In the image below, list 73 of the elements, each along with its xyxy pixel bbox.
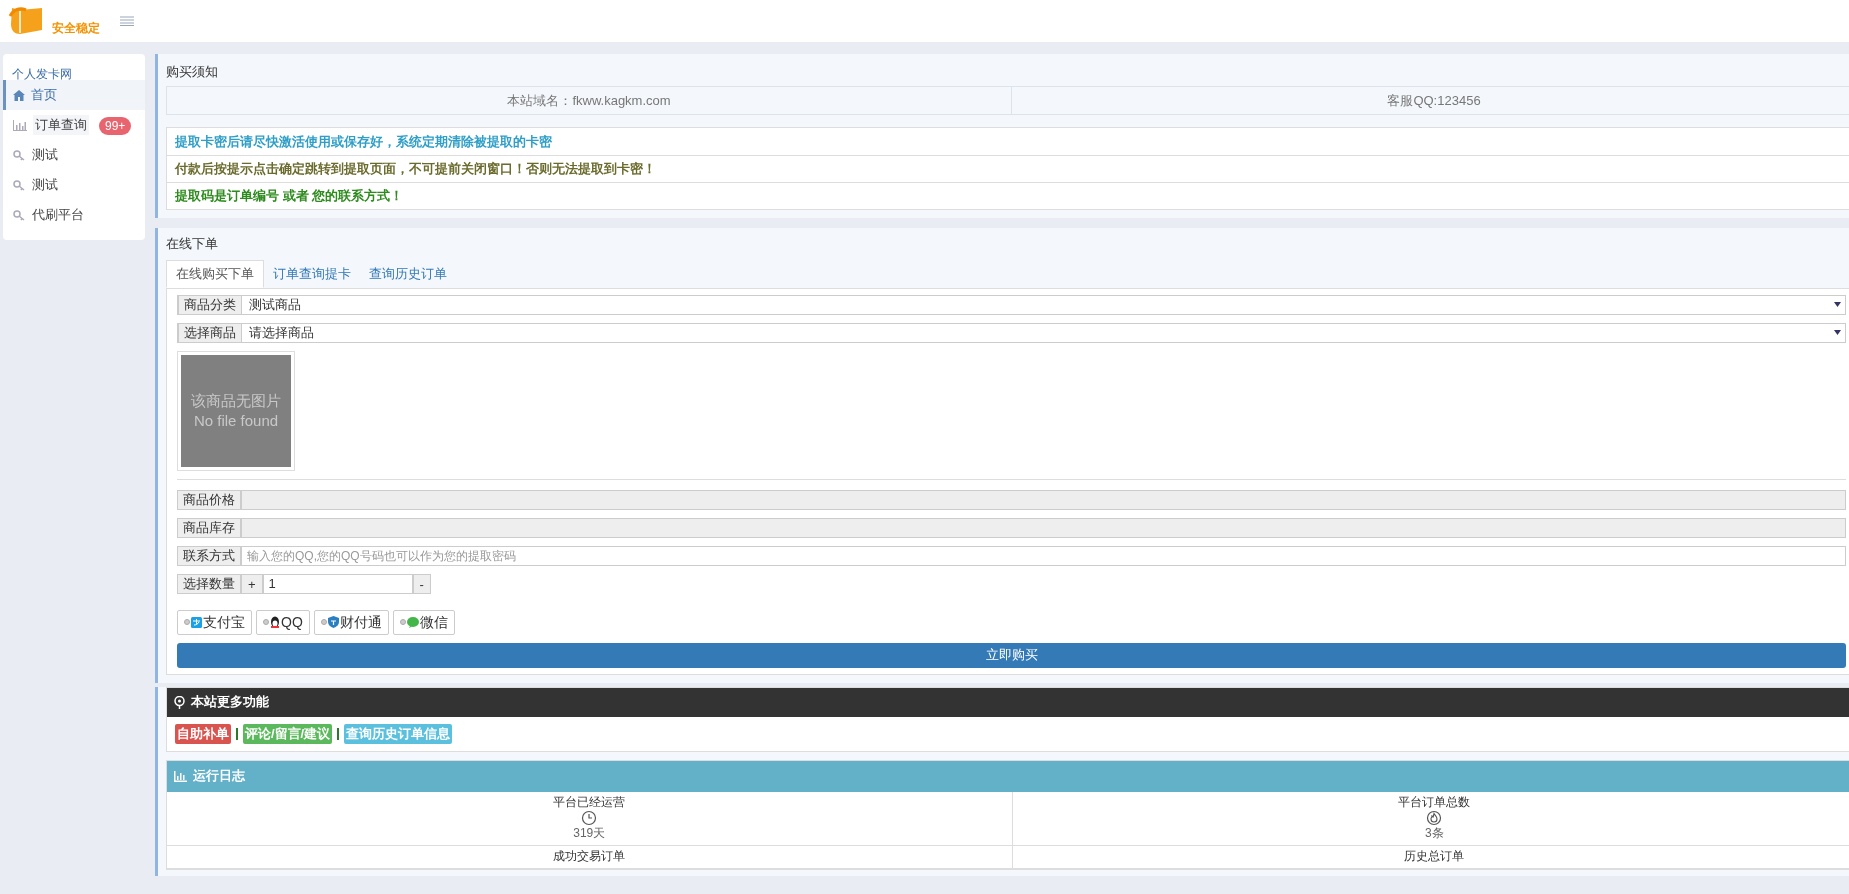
count-badge: 99+	[99, 117, 132, 135]
pin-icon	[174, 695, 185, 709]
field-label: 选择数量	[177, 573, 241, 594]
tab[interactable]: 查询历史订单	[360, 259, 456, 288]
dropdown-caret-icon	[1834, 302, 1841, 307]
sidebar-item[interactable]: 首页	[3, 80, 145, 110]
bar-chart-icon	[174, 770, 187, 782]
radio-button[interactable]	[320, 619, 327, 625]
select-field[interactable]: 选择商品 请选择商品	[177, 322, 1846, 343]
key-icon	[13, 209, 26, 221]
key-icon	[13, 179, 26, 191]
penguin-icon	[270, 616, 280, 628]
function-link[interactable]: 自助补单	[175, 723, 231, 744]
buy-now-button[interactable]: 立即购买	[177, 642, 1846, 668]
field-label: 联系方式	[177, 545, 241, 566]
sidebar-item[interactable]: 订单查询 99+	[3, 110, 145, 140]
radio-button[interactable]	[184, 619, 190, 625]
tab[interactable]: 订单查询提卡	[264, 259, 360, 288]
logo-text: 安全稳定	[52, 22, 100, 36]
select-field[interactable]: 商品分类 测试商品	[177, 294, 1846, 315]
sidebar-item[interactable]: 测试	[3, 170, 145, 200]
field-label: 选择商品	[178, 322, 242, 343]
notice-message: 付款后按提示点击确定跳转到提取页面，不可提前关闭窗口！否则无法提取到卡密！	[167, 155, 1849, 182]
stat-value: 3条	[1424, 825, 1444, 841]
sidebar-item-label: 测试	[32, 146, 58, 165]
field-label: 商品价格	[177, 489, 241, 510]
sidebar-item[interactable]: 测试	[3, 140, 145, 170]
stat-value: 319天	[573, 825, 606, 841]
sidebar-item-label: 代刷平台	[32, 206, 84, 225]
field-label: 商品库存	[177, 517, 241, 538]
dropdown-caret-icon	[1834, 330, 1841, 335]
panel-title: 运行日志	[193, 767, 245, 786]
fire-icon	[1426, 809, 1443, 826]
select-value: 请选择商品	[248, 323, 315, 342]
chat-bubble-icon	[406, 616, 419, 628]
radio-button[interactable]	[263, 619, 269, 625]
placeholder-text: 该商品无图片	[191, 390, 281, 411]
sidebar-item[interactable]: 代刷平台	[3, 200, 145, 230]
panel-title: 本站更多功能	[191, 693, 269, 712]
sidebar-item-label: 首页	[31, 86, 57, 105]
notice-message: 提取卡密后请尽快激活使用或保存好，系统定期清除被提取的卡密	[174, 132, 553, 151]
sidebar-title: 个人发卡网	[11, 68, 73, 80]
stat-label: 平台已经运营	[553, 794, 626, 810]
alipay-icon	[191, 616, 202, 628]
sidebar-item-label: 订单查询	[33, 115, 89, 135]
info-cell-text: 本站域名：fkww.kagkm.com	[506, 91, 672, 110]
minus-button[interactable]: -	[412, 573, 431, 594]
payment-option[interactable]: 财付通	[313, 609, 389, 635]
tab[interactable]: 在线购买下单	[166, 259, 264, 288]
menu-icon[interactable]	[120, 16, 134, 26]
info-cell: 客服QQ:123456	[1011, 86, 1849, 114]
radio-button[interactable]	[399, 619, 406, 625]
placeholder-text: No file found	[193, 410, 279, 431]
panel-title: 在线下单	[166, 235, 219, 253]
plus-button[interactable]: +	[241, 573, 263, 594]
payment-option[interactable]: 微信	[392, 609, 455, 635]
bar-chart-icon	[13, 119, 27, 131]
stat-label: 历史总订单	[1404, 848, 1465, 864]
home-icon	[13, 89, 25, 101]
panel-title: 购买须知	[166, 63, 219, 81]
stat-label: 成功交易订单	[553, 848, 626, 864]
payment-option[interactable]: 支付宝	[177, 609, 252, 635]
field-label: 商品分类	[178, 294, 242, 315]
quantity-field[interactable]: 1	[262, 573, 413, 594]
stat-label: 平台订单总数	[1398, 794, 1471, 810]
payment-option[interactable]: QQ	[256, 609, 310, 635]
select-value: 测试商品	[248, 295, 302, 314]
key-icon	[13, 149, 26, 161]
clock-icon	[581, 809, 598, 826]
shield-icon	[327, 616, 339, 628]
notice-message: 提取码是订单编号 或者 您的联系方式！	[167, 182, 1849, 209]
contact-field[interactable]: 输入您的QQ,您的QQ号码也可以作为您的提取密码	[241, 545, 1846, 566]
sidebar-item-label: 测试	[32, 176, 58, 195]
